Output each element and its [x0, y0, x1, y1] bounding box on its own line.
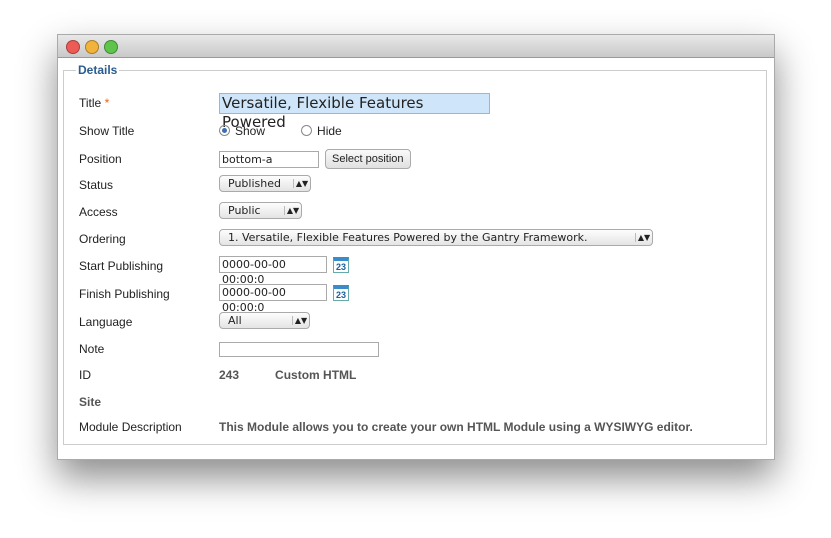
- zoom-button[interactable]: [104, 40, 118, 54]
- close-button[interactable]: [66, 40, 80, 54]
- id-value: 243: [219, 368, 240, 382]
- site-label: Site: [79, 395, 102, 409]
- details-legend: Details: [78, 63, 118, 77]
- note-input[interactable]: [219, 342, 379, 357]
- position-input[interactable]: bottom-a: [219, 150, 319, 168]
- window: Details Title * Versatile, Flexible Feat…: [57, 34, 775, 460]
- show-radio[interactable]: Show: [219, 124, 265, 138]
- minimize-button[interactable]: [85, 40, 99, 54]
- access-select[interactable]: Public ▲▼: [219, 202, 302, 219]
- language-select[interactable]: All ▲▼: [219, 312, 310, 329]
- hide-radio[interactable]: Hide: [301, 124, 342, 138]
- title-input[interactable]: Versatile, Flexible Features Powered: [219, 93, 490, 131]
- title-bar: [58, 35, 774, 58]
- start-publishing-input[interactable]: 0000-00-00 00:00:0: [219, 256, 327, 286]
- title-label: Title: [79, 96, 102, 110]
- ordering-label: Ordering: [79, 232, 126, 246]
- module-description: This Module allows you to create your ow…: [219, 420, 693, 434]
- show-title-label: Show Title: [79, 124, 135, 138]
- module-type: Custom HTML: [275, 368, 357, 382]
- details-fieldset: Details Title * Versatile, Flexible Feat…: [63, 63, 767, 445]
- note-label: Note: [79, 342, 105, 356]
- module-description-label: Module Description: [79, 420, 182, 434]
- finish-publishing-input[interactable]: 0000-00-00 00:00:0: [219, 284, 327, 314]
- status-label: Status: [79, 178, 114, 192]
- position-label: Position: [79, 152, 122, 166]
- id-label: ID: [79, 368, 91, 382]
- calendar-icon[interactable]: 23: [333, 284, 349, 301]
- language-label: Language: [79, 315, 133, 329]
- calendar-icon[interactable]: 23: [333, 256, 349, 273]
- ordering-select[interactable]: 1. Versatile, Flexible Features Powered …: [219, 229, 653, 246]
- finish-publishing-label: Finish Publishing: [79, 287, 170, 301]
- status-select[interactable]: Published ▲▼: [219, 175, 311, 192]
- required-marker: *: [104, 96, 110, 110]
- access-label: Access: [79, 205, 118, 219]
- start-publishing-label: Start Publishing: [79, 259, 164, 273]
- select-position-button[interactable]: Select position: [325, 149, 411, 169]
